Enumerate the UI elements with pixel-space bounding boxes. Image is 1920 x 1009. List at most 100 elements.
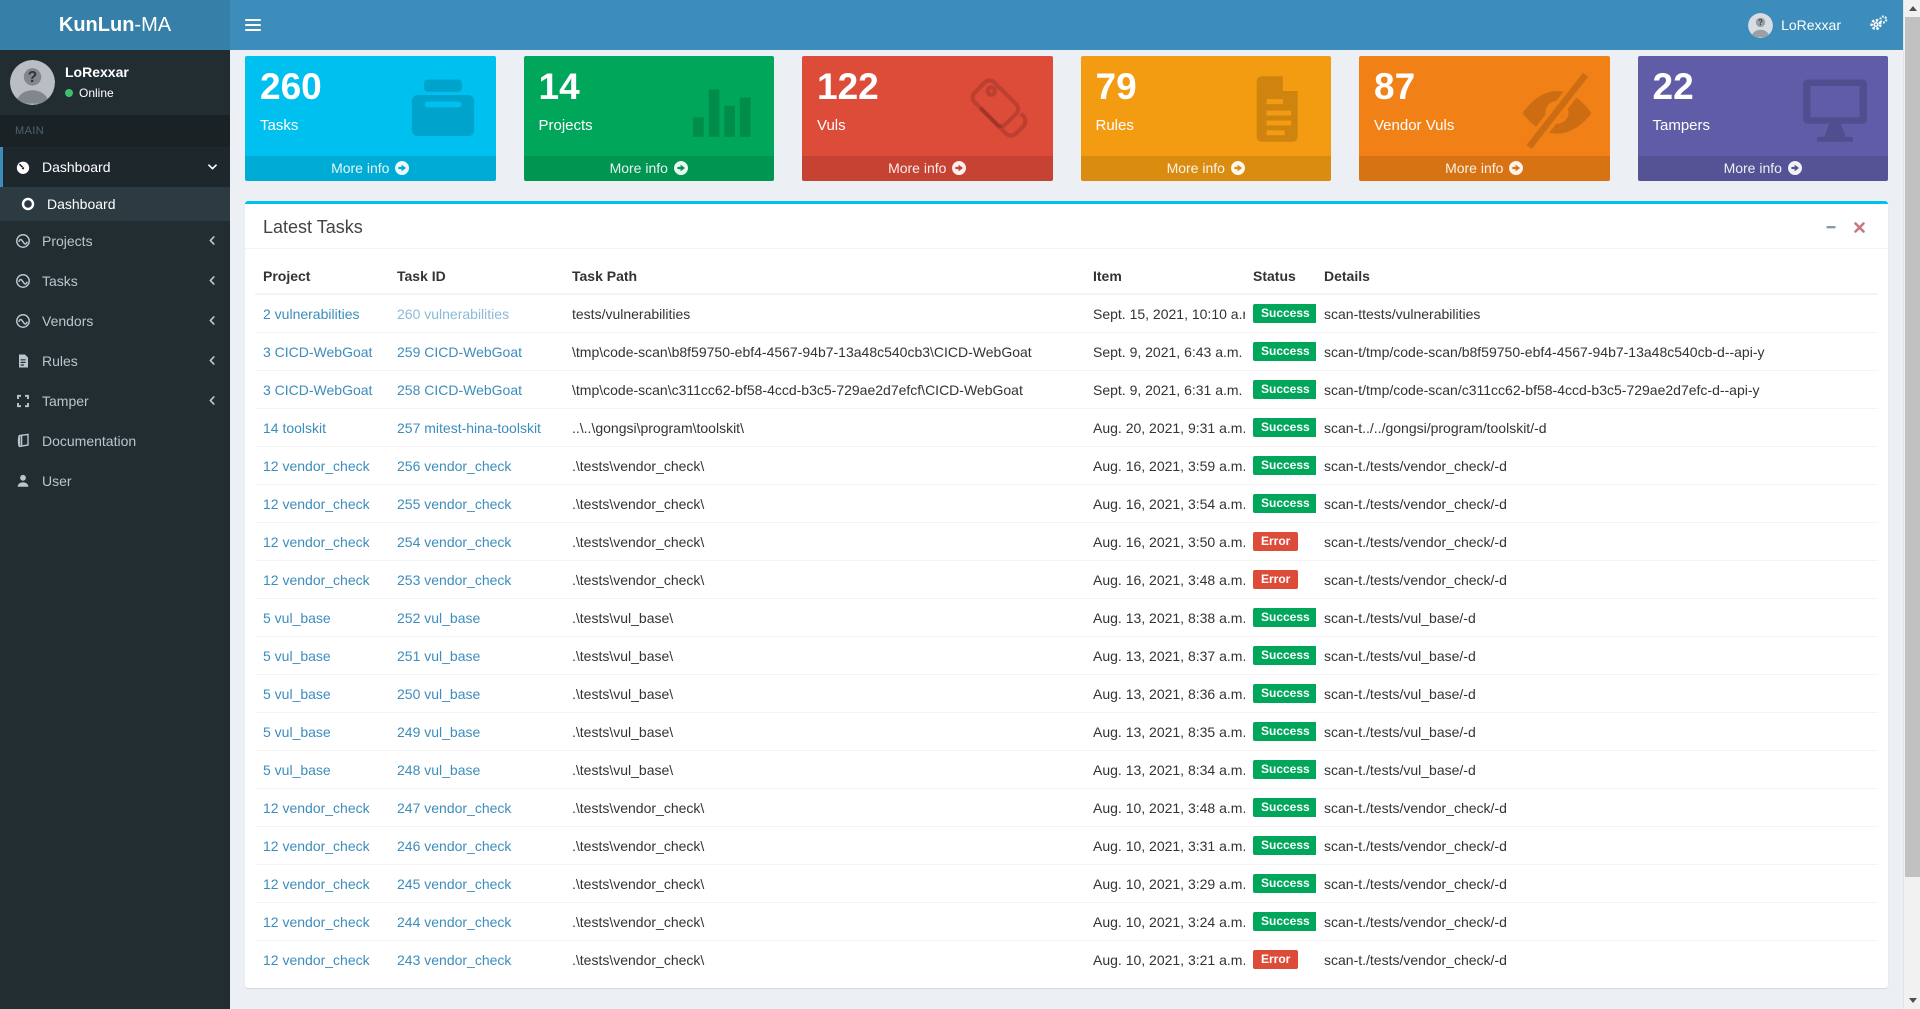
project-link-cell: 12 vendor_check — [255, 485, 389, 523]
task-path-cell: \tmp\code-scan\b8f59750-ebf4-4567-94b7-1… — [564, 333, 1085, 371]
task-path-cell: .\tests\vendor_check\ — [564, 865, 1085, 903]
sidebar-user-name: LoRexxar — [65, 64, 129, 80]
project-link[interactable]: 12 vendor_check — [263, 838, 370, 854]
vertical-scrollbar[interactable] — [1903, 0, 1920, 1009]
task-item-date-cell: Aug. 16, 2021, 3:48 a.m. — [1085, 561, 1245, 599]
sidebar-link-documentation[interactable]: Documentation — [0, 421, 230, 461]
task-id-link[interactable]: 247 vendor_check — [397, 800, 511, 816]
project-link[interactable]: 5 vul_base — [263, 610, 331, 626]
project-link-cell: 12 vendor_check — [255, 523, 389, 561]
task-item-date-cell: Aug. 13, 2021, 8:34 a.m. — [1085, 751, 1245, 789]
user-menu[interactable]: ? LoRexxar — [1736, 0, 1853, 50]
sidebar-user-status[interactable]: Online — [65, 86, 129, 100]
task-id-link[interactable]: 254 vendor_check — [397, 534, 511, 550]
sidebar-link-projects[interactable]: Projects — [0, 221, 230, 261]
more-info-link[interactable]: More info — [524, 156, 775, 181]
status-badge-cell: Success — [1245, 751, 1316, 789]
sidebar-item-label: User — [42, 473, 72, 489]
project-link[interactable]: 3 CICD-WebGoat — [263, 344, 372, 360]
arrow-circle-right-icon — [1788, 161, 1802, 175]
task-id-link[interactable]: 249 vul_base — [397, 724, 480, 740]
task-id-link[interactable]: 252 vul_base — [397, 610, 480, 626]
task-details: scan-t./tests/vul_base/-d — [1324, 610, 1476, 626]
task-id-link[interactable]: 248 vul_base — [397, 762, 480, 778]
project-link-cell: 5 vul_base — [255, 713, 389, 751]
more-info-link[interactable]: More info — [1638, 156, 1889, 181]
task-id-link[interactable]: 253 vendor_check — [397, 572, 511, 588]
task-path-cell: .\tests\vendor_check\ — [564, 827, 1085, 865]
project-link[interactable]: 2 vulnerabilities — [263, 306, 360, 322]
task-details-cell: scan-t./tests/vendor_check/-d — [1316, 523, 1878, 561]
task-id-link-cell: 248 vul_base — [389, 751, 564, 789]
project-link[interactable]: 14 toolskit — [263, 420, 326, 436]
avatar-icon: ? — [1748, 13, 1773, 38]
task-id-link-cell: 245 vendor_check — [389, 865, 564, 903]
task-item-date: Aug. 10, 2021, 3:48 a.m. — [1093, 800, 1245, 816]
file-text-icon — [15, 353, 33, 369]
info-box-inner: 87Vendor Vuls — [1359, 56, 1610, 156]
task-item-date-cell: Aug. 13, 2021, 8:35 a.m. — [1085, 713, 1245, 751]
more-info-link[interactable]: More info — [802, 156, 1053, 181]
project-link[interactable]: 5 vul_base — [263, 762, 331, 778]
project-link[interactable]: 12 vendor_check — [263, 534, 370, 550]
sidebar-item-documentation: Documentation — [0, 421, 230, 461]
task-item-date-cell: Aug. 10, 2021, 3:48 a.m. — [1085, 789, 1245, 827]
project-link[interactable]: 5 vul_base — [263, 724, 331, 740]
project-link[interactable]: 3 CICD-WebGoat — [263, 382, 372, 398]
project-link[interactable]: 12 vendor_check — [263, 914, 370, 930]
task-id-link[interactable]: 256 vendor_check — [397, 458, 511, 474]
sidebar-item-rules: Rules — [0, 341, 230, 381]
project-link[interactable]: 12 vendor_check — [263, 800, 370, 816]
info-box-value: 22 — [1653, 68, 1879, 105]
more-info-link[interactable]: More info — [1359, 156, 1610, 181]
project-link[interactable]: 12 vendor_check — [263, 496, 370, 512]
table-row: 5 vul_base251 vul_base.\tests\vul_base\A… — [255, 637, 1878, 675]
task-id-link[interactable]: 260 vulnerabilities — [397, 306, 509, 322]
task-id-link[interactable]: 259 CICD-WebGoat — [397, 344, 522, 360]
task-details: scan-t./tests/vul_base/-d — [1324, 724, 1476, 740]
project-link[interactable]: 12 vendor_check — [263, 952, 370, 968]
task-id-link[interactable]: 243 vendor_check — [397, 952, 511, 968]
brand-logo[interactable]: KunLun-MA — [0, 0, 230, 50]
close-button[interactable] — [1848, 216, 1870, 238]
sidebar-link-tamper[interactable]: Tamper — [0, 381, 230, 421]
sidebar-item-label: Vendors — [42, 313, 93, 329]
sidebar-link-user[interactable]: User — [0, 461, 230, 501]
task-id-link[interactable]: 245 vendor_check — [397, 876, 511, 892]
more-info-link[interactable]: More info — [245, 156, 496, 181]
more-info-link[interactable]: More info — [1081, 156, 1332, 181]
sidebar-link-vendors[interactable]: Vendors — [0, 301, 230, 341]
project-link[interactable]: 12 vendor_check — [263, 876, 370, 892]
task-id-link[interactable]: 250 vul_base — [397, 686, 480, 702]
task-id-link[interactable]: 246 vendor_check — [397, 838, 511, 854]
sidebar-sublink-dashboard[interactable]: Dashboard — [0, 187, 230, 221]
sidebar-link-rules[interactable]: Rules — [0, 341, 230, 381]
project-link-cell: 3 CICD-WebGoat — [255, 333, 389, 371]
settings-button[interactable] — [1853, 0, 1903, 50]
task-path-cell: .\tests\vendor_check\ — [564, 447, 1085, 485]
scroll-down-button[interactable] — [1904, 992, 1920, 1009]
project-link-cell: 12 vendor_check — [255, 561, 389, 599]
project-link[interactable]: 12 vendor_check — [263, 572, 370, 588]
sidebar-toggle-button[interactable] — [230, 0, 275, 50]
scrollbar-thumb[interactable] — [1905, 17, 1920, 877]
task-details-cell: scan-t./tests/vendor_check/-d — [1316, 485, 1878, 523]
sidebar-link-dashboard[interactable]: Dashboard — [0, 147, 230, 187]
project-link-cell: 14 toolskit — [255, 409, 389, 447]
task-path: .\tests\vendor_check\ — [572, 458, 704, 474]
task-id-link-cell: 246 vendor_check — [389, 827, 564, 865]
task-id-link[interactable]: 244 vendor_check — [397, 914, 511, 930]
task-id-link[interactable]: 251 vul_base — [397, 648, 480, 664]
task-id-link[interactable]: 258 CICD-WebGoat — [397, 382, 522, 398]
svg-text:?: ? — [1758, 18, 1763, 27]
task-id-link[interactable]: 257 mitest-hina-toolskit — [397, 420, 541, 436]
sidebar-item-tamper: Tamper — [0, 381, 230, 421]
project-link[interactable]: 12 vendor_check — [263, 458, 370, 474]
collapse-button[interactable] — [1820, 216, 1842, 238]
task-id-link[interactable]: 255 vendor_check — [397, 496, 511, 512]
sidebar-link-tasks[interactable]: Tasks — [0, 261, 230, 301]
project-link[interactable]: 5 vul_base — [263, 686, 331, 702]
task-item-date-cell: Aug. 13, 2021, 8:37 a.m. — [1085, 637, 1245, 675]
project-link[interactable]: 5 vul_base — [263, 648, 331, 664]
scroll-up-button[interactable] — [1904, 0, 1920, 17]
